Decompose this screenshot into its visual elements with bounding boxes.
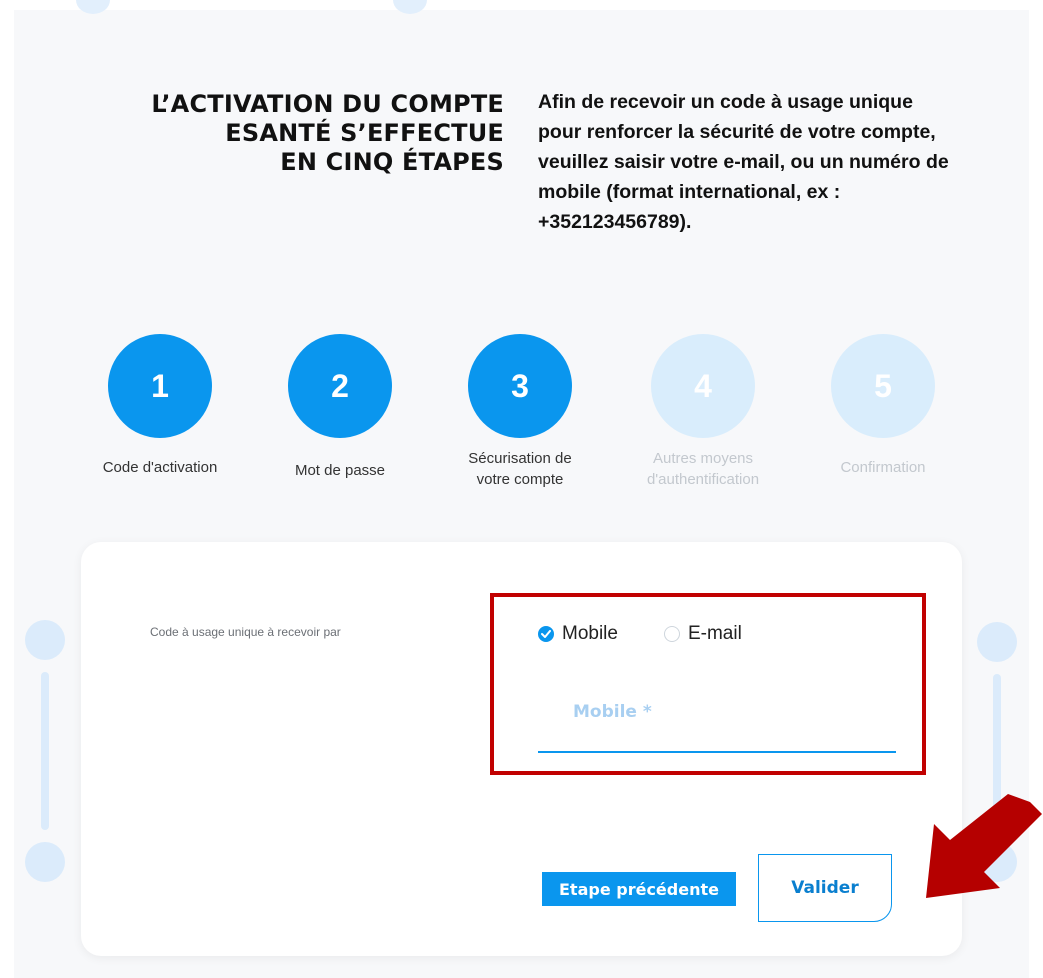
step-label: Code d'activation bbox=[102, 459, 218, 476]
otp-method-radio-group: Mobile E-mail bbox=[538, 623, 788, 645]
radio-email[interactable]: E-mail bbox=[663, 623, 742, 645]
radio-unchecked-icon[interactable] bbox=[663, 626, 680, 642]
decoration-dot bbox=[977, 622, 1017, 662]
step-number: 4 bbox=[651, 334, 755, 438]
validate-button[interactable]: Valider bbox=[758, 854, 892, 922]
step-1: 1 Code d'activation bbox=[70, 334, 250, 478]
step-4: 4 Autres moyens d'authentification bbox=[613, 334, 793, 490]
step-number: 1 bbox=[108, 334, 212, 438]
step-number: 3 bbox=[468, 334, 572, 438]
step-label: Confirmation bbox=[840, 459, 926, 476]
decoration-line bbox=[41, 672, 49, 830]
radio-label-email: E-mail bbox=[687, 623, 742, 644]
step-label: Autres moyens d'authentification bbox=[646, 450, 760, 488]
title-line: ESANTÉ S’EFFECTUE bbox=[225, 119, 504, 147]
radio-label-mobile: Mobile bbox=[562, 623, 618, 644]
step-label: Sécurisation de votre compte bbox=[468, 450, 572, 488]
step-2: 2 Mot de passe bbox=[250, 334, 430, 481]
step-number: 2 bbox=[288, 334, 392, 438]
title-line: L’ACTIVATION DU COMPTE bbox=[151, 90, 504, 118]
otp-method-label: Code à usage unique à recevoir par bbox=[150, 625, 341, 639]
intro-text: Afin de recevoir un code à usage unique … bbox=[538, 91, 949, 233]
decoration-dot bbox=[25, 620, 65, 660]
top-bar bbox=[0, 0, 1043, 14]
form-card: Code à usage unique à recevoir par Mobil… bbox=[81, 542, 962, 956]
highlight-box: Mobile E-mail Mobile * bbox=[490, 593, 926, 775]
radio-mobile[interactable]: Mobile bbox=[538, 623, 618, 645]
annotation-arrow-icon bbox=[926, 794, 1042, 898]
previous-step-button[interactable]: Etape précédente bbox=[542, 872, 736, 906]
step-number: 5 bbox=[831, 334, 935, 438]
mobile-placeholder: Mobile * bbox=[573, 702, 652, 722]
mobile-input[interactable] bbox=[538, 691, 896, 753]
title-line: EN CINQ ÉTAPES bbox=[280, 148, 504, 176]
decoration-dot bbox=[25, 842, 65, 882]
step-5: 5 Confirmation bbox=[793, 334, 973, 478]
step-label: Mot de passe bbox=[294, 462, 386, 479]
left-margin bbox=[0, 0, 14, 978]
step-3: 3 Sécurisation de votre compte bbox=[430, 334, 610, 490]
page-title: L’ACTIVATION DU COMPTE ESANTÉ S’EFFECTUE… bbox=[70, 90, 504, 177]
checkmark-icon[interactable] bbox=[538, 626, 554, 642]
